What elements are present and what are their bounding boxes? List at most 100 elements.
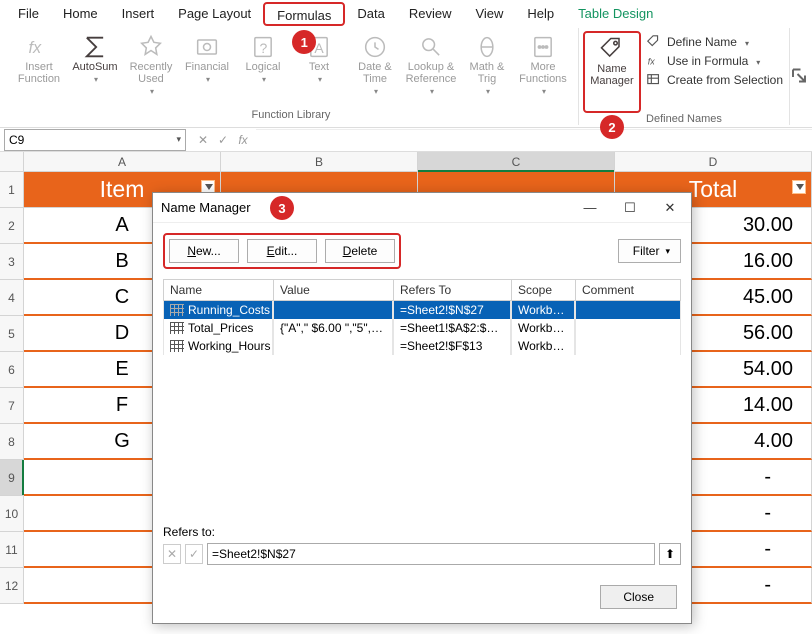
col-header[interactable]: C	[418, 152, 615, 172]
date-time-button[interactable]: Date & Time	[348, 31, 402, 109]
recently-used-button[interactable]: Recently Used	[124, 31, 178, 109]
col-value[interactable]: Value	[273, 279, 393, 301]
refers-cancel-icon[interactable]: ✕	[163, 544, 181, 564]
refers-accept-icon[interactable]: ✓	[185, 544, 203, 564]
chevron-down-icon	[92, 73, 98, 85]
new-button[interactable]: New...	[169, 239, 239, 263]
table-icon	[170, 304, 184, 316]
col-comment[interactable]: Comment	[575, 279, 681, 301]
tab-view[interactable]: View	[463, 2, 515, 26]
callout-badge-2: 2	[600, 115, 624, 139]
chevron-down-icon[interactable]: ▾	[176, 134, 181, 145]
tab-file[interactable]: File	[6, 2, 51, 26]
tab-data[interactable]: Data	[345, 2, 396, 26]
text-label: Text	[309, 61, 329, 73]
row-header[interactable]: 10	[0, 496, 24, 532]
chevron-down-icon	[752, 54, 760, 68]
row-header[interactable]: 11	[0, 532, 24, 568]
fx-small-icon: fx	[645, 53, 663, 69]
minimize-icon[interactable]: —	[577, 200, 603, 216]
collapse-dialog-icon[interactable]: ⬆	[659, 543, 681, 565]
row-header[interactable]: 3	[0, 244, 24, 280]
tab-help[interactable]: Help	[515, 2, 566, 26]
math-trig-button[interactable]: Math & Trig	[460, 31, 514, 109]
edit-button[interactable]: Edit...	[247, 239, 317, 263]
name-row[interactable]: Running_Costs =Sheet2!$N$27 Workbo...	[163, 301, 681, 319]
col-header[interactable]: B	[221, 152, 418, 172]
col-scope[interactable]: Scope	[511, 279, 575, 301]
name-row[interactable]: Working_Hours =Sheet2!$F$13 Workbo...	[163, 337, 681, 355]
col-refers[interactable]: Refers To	[393, 279, 511, 301]
row-header[interactable]: 1	[0, 172, 24, 208]
filter-button[interactable]: Filter	[618, 239, 681, 263]
refers-cell: =Sheet1!$A$2:$D$12	[393, 319, 511, 337]
filter-dropdown-icon[interactable]	[792, 180, 806, 194]
formula-bar-buttons: ✕ ✓ fx	[190, 133, 256, 147]
define-name-button[interactable]: Define Name	[645, 34, 783, 50]
refers-to-input[interactable]	[207, 543, 655, 565]
tab-insert[interactable]: Insert	[110, 2, 167, 26]
name-box[interactable]: C9 ▾	[4, 129, 186, 151]
name-row[interactable]: Total_Prices {"A"," $6.00 ","5"," $... =…	[163, 319, 681, 337]
row-header[interactable]: 4	[0, 280, 24, 316]
comment-cell	[575, 301, 681, 319]
tab-page-layout[interactable]: Page Layout	[166, 2, 263, 26]
scope-cell: Workbo...	[511, 337, 575, 355]
logical-button[interactable]: ? Logical	[236, 31, 290, 109]
date-time-label: Date & Time	[348, 61, 402, 85]
dialog-titlebar[interactable]: Name Manager 3 — ☐ ✕	[153, 193, 691, 223]
dots-icon	[526, 33, 560, 61]
lookup-reference-button[interactable]: Lookup & Reference	[404, 31, 458, 109]
chevron-down-icon	[428, 85, 434, 97]
delete-button[interactable]: Delete	[325, 239, 395, 263]
dialog-title: Name Manager	[161, 200, 251, 215]
callout-outline-buttons: New... Edit... Delete	[163, 233, 401, 269]
row-header[interactable]: 2	[0, 208, 24, 244]
callout-badge-1: 1	[292, 30, 316, 54]
function-library-caption: Function Library	[252, 109, 331, 125]
theta-icon	[470, 33, 504, 61]
insert-function-button[interactable]: fx Insert Function	[12, 31, 66, 109]
name-manager-button[interactable]: Name Manager	[585, 33, 639, 111]
autosum-button[interactable]: AutoSum	[68, 31, 122, 109]
svg-text:fx: fx	[648, 57, 655, 67]
enter-check-icon[interactable]: ✓	[214, 133, 232, 147]
tab-review[interactable]: Review	[397, 2, 464, 26]
scope-cell: Workbo...	[511, 301, 575, 319]
svg-text:?: ?	[259, 40, 267, 56]
financial-button[interactable]: Financial	[180, 31, 234, 109]
header-item-label: Item	[100, 176, 145, 203]
name-box-value: C9	[9, 133, 24, 147]
row-header[interactable]: 8	[0, 424, 24, 460]
close-button[interactable]: Close	[600, 585, 677, 609]
close-icon[interactable]: ✕	[657, 200, 683, 216]
more-functions-button[interactable]: More Functions	[516, 31, 570, 109]
col-name[interactable]: Name	[163, 279, 273, 301]
cancel-x-icon[interactable]: ✕	[194, 133, 212, 147]
row-header[interactable]: 7	[0, 388, 24, 424]
create-from-selection-button[interactable]: Create from Selection	[645, 72, 783, 88]
tab-home[interactable]: Home	[51, 2, 110, 26]
grid-small-icon	[645, 72, 663, 88]
select-all-corner[interactable]	[0, 152, 24, 172]
col-header[interactable]: A	[24, 152, 221, 172]
maximize-icon[interactable]: ☐	[617, 200, 643, 216]
name-table-body: Running_Costs =Sheet2!$N$27 Workbo... To…	[153, 301, 691, 519]
tab-formulas[interactable]: Formulas 1	[263, 2, 345, 26]
row-header[interactable]: 9	[0, 460, 24, 496]
fx-icon[interactable]: fx	[234, 133, 252, 147]
sigma-icon	[78, 33, 112, 61]
chevron-down-icon	[741, 35, 749, 49]
chevron-down-icon	[148, 85, 154, 97]
col-header[interactable]: D	[615, 152, 812, 172]
tab-table-design[interactable]: Table Design	[566, 2, 665, 26]
use-in-formula-button[interactable]: fx Use in Formula	[645, 53, 783, 69]
formula-input[interactable]	[256, 129, 812, 151]
row-header[interactable]: 6	[0, 352, 24, 388]
tag-icon	[595, 35, 629, 63]
row-header[interactable]: 5	[0, 316, 24, 352]
dialog-launcher-icon[interactable]	[790, 28, 808, 125]
money-icon	[190, 33, 224, 61]
ribbon-tabs: File Home Insert Page Layout Formulas 1 …	[0, 0, 812, 26]
row-header[interactable]: 12	[0, 568, 24, 604]
